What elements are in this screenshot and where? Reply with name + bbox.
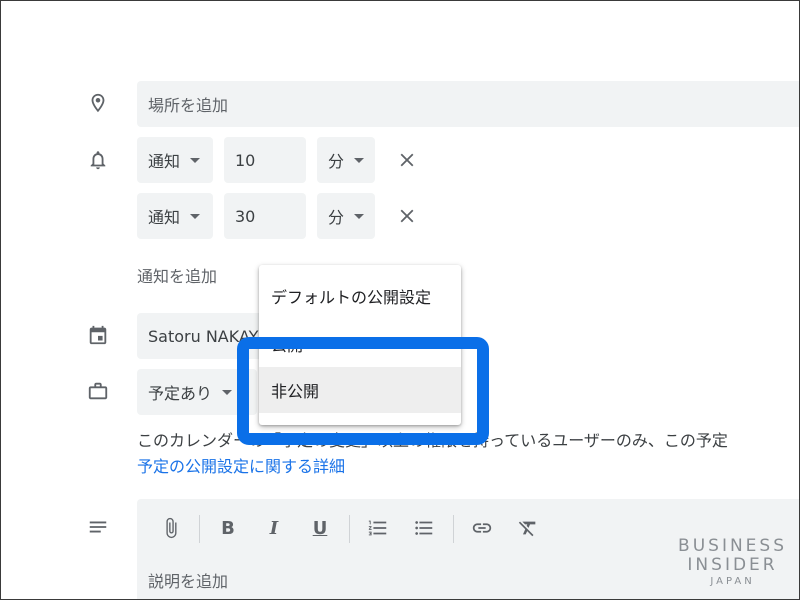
watermark-line2: INSIDER	[687, 555, 778, 575]
toolbar-separator	[453, 515, 454, 543]
notification-value-input-2[interactable]: 30	[224, 193, 306, 239]
chevron-down-icon	[354, 157, 365, 163]
availability-label: 予定あり	[148, 384, 213, 403]
chevron-down-icon	[190, 213, 201, 219]
menu-item-default-visibility[interactable]: デフォルトの公開設定	[259, 273, 461, 319]
notification-type-select-2[interactable]: 通知	[137, 193, 213, 239]
bold-button[interactable]: B	[215, 515, 241, 541]
business-insider-logo: BUSINESS INSIDER JAPAN	[678, 537, 787, 588]
notification-unit-select-1[interactable]: 分	[317, 137, 375, 183]
notification-value: 30	[235, 206, 256, 226]
notification-unit-select-2[interactable]: 分	[317, 193, 375, 239]
remove-notification-2-close-icon[interactable]	[395, 204, 419, 228]
notification-value-input-1[interactable]: 10	[224, 137, 306, 183]
notification-type-select-1[interactable]: 通知	[137, 137, 213, 183]
underline-button[interactable]: U	[307, 515, 333, 541]
toolbar-separator	[349, 515, 350, 543]
clear-formatting-icon[interactable]	[515, 515, 541, 541]
calendar-select[interactable]: Satoru NAKAY	[137, 313, 277, 359]
description-placeholder: 説明を追加	[148, 572, 229, 591]
menu-item-private[interactable]: 非公開	[259, 367, 461, 413]
toolbar-separator	[199, 515, 200, 543]
chevron-down-icon	[354, 213, 365, 219]
notification-type-label: 通知	[148, 208, 181, 227]
bell-icon	[86, 148, 110, 172]
attachment-icon[interactable]	[158, 515, 184, 541]
numbered-list-icon[interactable]	[365, 515, 391, 541]
italic-button[interactable]: I	[261, 515, 287, 541]
watermark-line3: JAPAN	[710, 576, 755, 587]
visibility-dropdown-menu: デフォルトの公開設定 公開 非公開	[259, 265, 461, 425]
bulleted-list-icon[interactable]	[411, 515, 437, 541]
location-pin-icon	[86, 91, 110, 115]
notification-type-label: 通知	[148, 152, 181, 171]
location-placeholder: 場所を追加	[148, 96, 229, 115]
chevron-down-icon	[190, 157, 201, 163]
notification-unit-label: 分	[328, 152, 345, 171]
briefcase-icon	[86, 379, 110, 403]
notification-value: 10	[235, 150, 256, 170]
watermark-line1: BUSINESS	[678, 536, 787, 556]
location-input[interactable]: 場所を追加	[137, 81, 799, 127]
calendar-owner-label: Satoru NAKAY	[148, 326, 259, 346]
visibility-help-text: このカレンダーの「予定の変更」以上の権限を持っているユーザーのみ、この予定	[137, 431, 728, 450]
remove-notification-1-close-icon[interactable]	[395, 148, 419, 172]
chevron-down-icon	[222, 389, 233, 395]
calendar-icon	[86, 323, 110, 347]
description-lines-icon	[86, 515, 110, 539]
notification-unit-label: 分	[328, 208, 345, 227]
add-notification-link[interactable]: 通知を追加	[137, 263, 217, 287]
link-icon[interactable]	[469, 515, 495, 541]
availability-select[interactable]: 予定あり	[137, 369, 257, 415]
menu-item-public[interactable]: 公開	[259, 321, 461, 367]
event-detail-panel: 場所を追加 通知 10 分 通知 30 分 通知を追加 Satoru NAKAY	[0, 0, 800, 600]
visibility-details-link[interactable]: 予定の公開設定に関する詳細	[137, 453, 345, 477]
